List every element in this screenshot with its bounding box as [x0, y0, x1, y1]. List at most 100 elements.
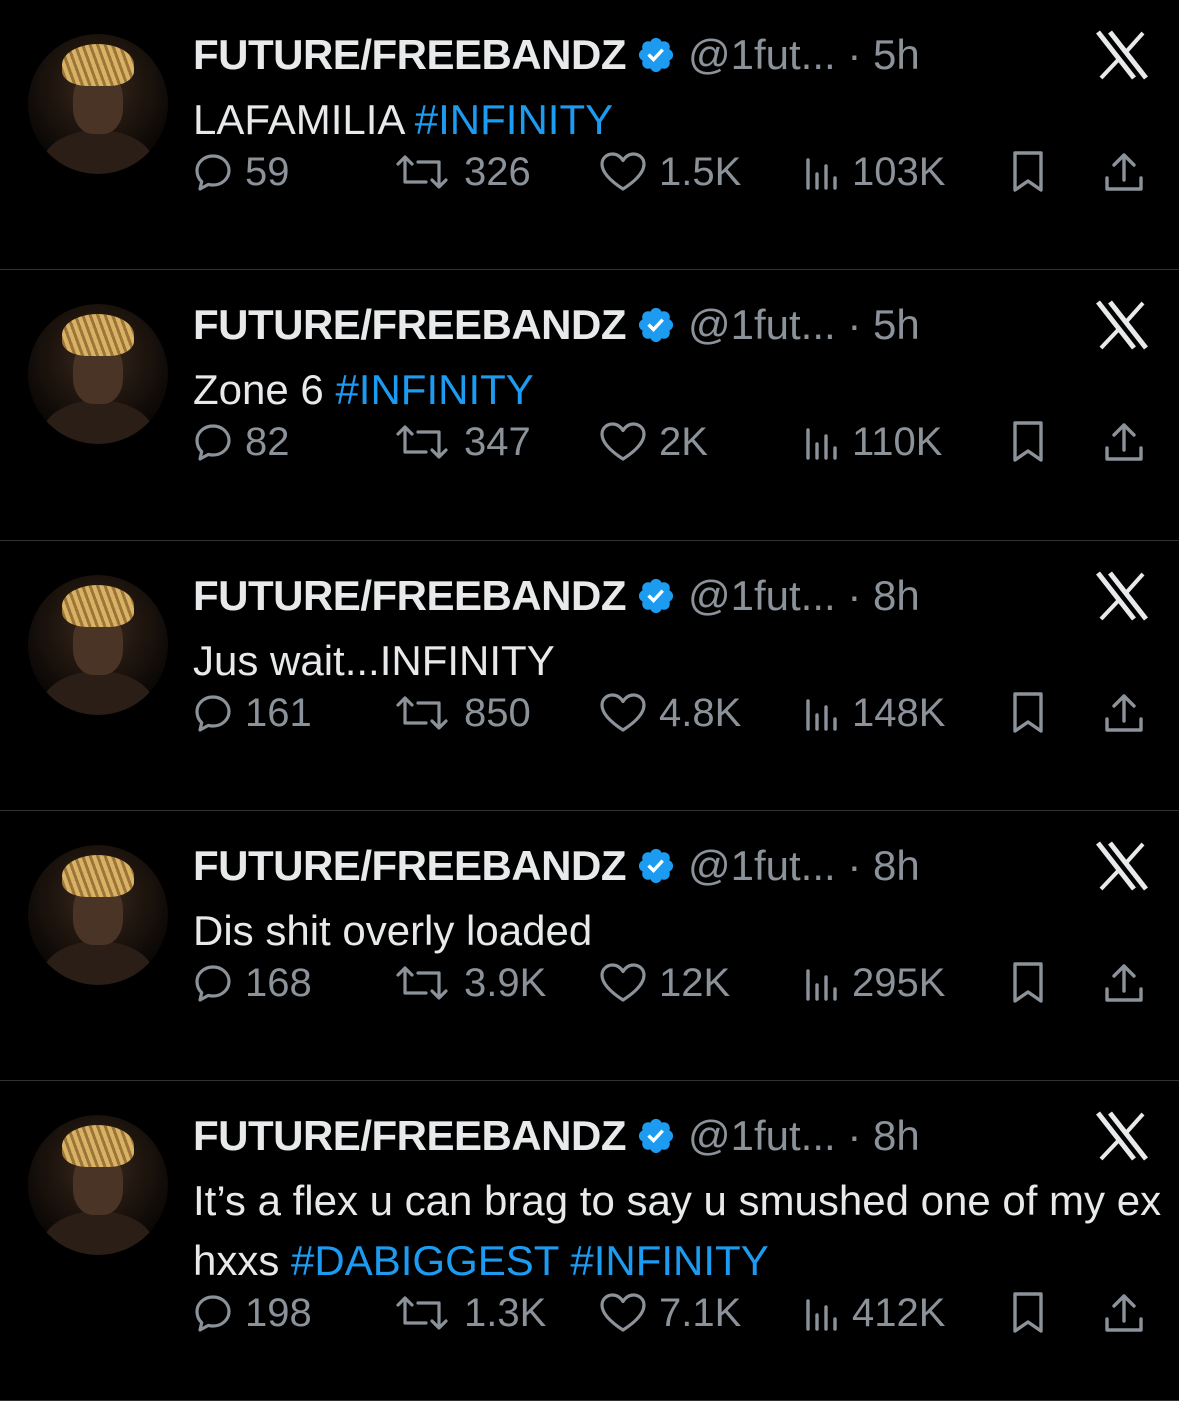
tweet-text: It’s a flex u can brag to say u smushed …	[193, 1171, 1163, 1291]
hashtag-link[interactable]: #INFINITY	[335, 366, 533, 413]
repost-icon	[392, 963, 452, 1003]
views-button[interactable]: 412K	[800, 1291, 945, 1335]
bookmark-button[interactable]	[1010, 961, 1046, 1005]
avatar[interactable]	[28, 304, 168, 444]
hashtag-link[interactable]: #INFINITY	[415, 96, 613, 143]
tweet-item[interactable]: FUTURE/FREEBANDZ @1fut... · 8h Dis shit ov…	[0, 811, 1179, 1081]
hashtag-link[interactable]: #INFINITY	[570, 1237, 768, 1284]
bookmark-button[interactable]	[1010, 150, 1046, 194]
views-icon	[800, 422, 840, 462]
share-icon	[1102, 1291, 1146, 1335]
handle-text[interactable]: @1fut...	[688, 301, 836, 348]
reply-button[interactable]: 82	[193, 420, 290, 464]
share-button[interactable]	[1102, 1291, 1146, 1335]
x-logo-icon	[1094, 30, 1150, 80]
handle-text[interactable]: @1fut...	[688, 572, 836, 619]
author-handle[interactable]: @1fut... · 8h	[688, 572, 920, 620]
reply-button[interactable]: 168	[193, 961, 312, 1005]
repost-button[interactable]: 326	[392, 150, 531, 194]
share-icon	[1102, 961, 1146, 1005]
views-button[interactable]: 148K	[800, 691, 945, 735]
bookmark-button[interactable]	[1010, 691, 1046, 735]
avatar[interactable]	[28, 1115, 168, 1255]
tweet-item[interactable]: FUTURE/FREEBANDZ @1fut... · 5h LAFAMILIA #…	[0, 0, 1179, 270]
repost-button[interactable]: 850	[392, 691, 531, 735]
x-logo-icon	[1094, 841, 1150, 891]
author-handle[interactable]: @1fut... · 5h	[688, 301, 920, 349]
author-handle[interactable]: @1fut... · 8h	[688, 1112, 920, 1160]
tweet-header: FUTURE/FREEBANDZ @1fut... · 5h	[193, 300, 920, 350]
author-name[interactable]: FUTURE/FREEBANDZ	[193, 1112, 626, 1160]
like-button[interactable]: 4.8K	[599, 691, 741, 735]
like-icon	[599, 421, 647, 463]
replies-count: 59	[245, 149, 290, 194]
reply-button[interactable]: 59	[193, 150, 290, 194]
handle-text[interactable]: @1fut...	[688, 842, 836, 889]
likes-count: 2K	[659, 419, 708, 464]
avatar[interactable]	[28, 575, 168, 715]
avatar[interactable]	[28, 845, 168, 985]
author-handle[interactable]: @1fut... · 8h	[688, 842, 920, 890]
views-count: 103K	[852, 149, 946, 194]
views-icon	[800, 152, 840, 192]
share-button[interactable]	[1102, 420, 1146, 464]
tweet-item[interactable]: FUTURE/FREEBANDZ @1fut... · 5h Zone 6 #INF…	[0, 270, 1179, 541]
author-handle[interactable]: @1fut... · 5h	[688, 31, 920, 79]
bookmark-icon	[1010, 420, 1046, 464]
views-icon	[800, 693, 840, 733]
timestamp[interactable]: 5h	[873, 31, 920, 78]
timestamp[interactable]: 8h	[873, 572, 920, 619]
tweet-item[interactable]: FUTURE/FREEBANDZ @1fut... · 8h Jus wait...…	[0, 541, 1179, 811]
views-button[interactable]: 295K	[800, 961, 945, 1005]
bookmark-icon	[1010, 1291, 1046, 1335]
hashtag-link[interactable]: #DABIGGEST	[291, 1237, 559, 1284]
bookmark-icon	[1010, 961, 1046, 1005]
share-icon	[1102, 420, 1146, 464]
timestamp[interactable]: 8h	[873, 842, 920, 889]
reply-icon	[193, 693, 233, 733]
author-name[interactable]: FUTURE/FREEBANDZ	[193, 572, 626, 620]
author-name[interactable]: FUTURE/FREEBANDZ	[193, 842, 626, 890]
replies-count: 161	[245, 690, 312, 735]
text-segment: Zone 6	[193, 366, 336, 413]
share-button[interactable]	[1102, 961, 1146, 1005]
share-button[interactable]	[1102, 150, 1146, 194]
text-segment: Jus wait...INFINITY	[193, 637, 555, 684]
reposts-count: 1.3K	[464, 1290, 547, 1335]
share-button[interactable]	[1102, 691, 1146, 735]
reply-button[interactable]: 161	[193, 691, 312, 735]
timestamp[interactable]: 8h	[873, 1112, 920, 1159]
views-button[interactable]: 103K	[800, 150, 945, 194]
views-button[interactable]: 110K	[800, 420, 942, 464]
views-icon	[800, 963, 840, 1003]
like-button[interactable]: 12K	[599, 961, 730, 1005]
reply-button[interactable]: 198	[193, 1291, 312, 1335]
like-icon	[599, 962, 647, 1004]
handle-text[interactable]: @1fut...	[688, 31, 836, 78]
tweet-text: Dis shit overly loaded	[193, 901, 1163, 961]
tweet-item[interactable]: FUTURE/FREEBANDZ @1fut... · 8h It’s a flex…	[0, 1081, 1179, 1401]
replies-count: 82	[245, 419, 290, 464]
bookmark-icon	[1010, 150, 1046, 194]
like-icon	[599, 1292, 647, 1334]
repost-button[interactable]: 347	[392, 420, 531, 464]
author-name[interactable]: FUTURE/FREEBANDZ	[193, 31, 626, 79]
author-name[interactable]: FUTURE/FREEBANDZ	[193, 301, 626, 349]
handle-text[interactable]: @1fut...	[688, 1112, 836, 1159]
verified-badge-icon	[636, 1116, 676, 1156]
repost-button[interactable]: 3.9K	[392, 961, 546, 1005]
reposts-count: 326	[464, 149, 531, 194]
verified-badge-icon	[636, 846, 676, 886]
avatar[interactable]	[28, 34, 168, 174]
like-button[interactable]: 1.5K	[599, 150, 741, 194]
bookmark-button[interactable]	[1010, 420, 1046, 464]
x-logo-icon	[1094, 571, 1150, 621]
separator-dot: ·	[835, 301, 874, 348]
share-icon	[1102, 150, 1146, 194]
timestamp[interactable]: 5h	[873, 301, 920, 348]
bookmark-button[interactable]	[1010, 1291, 1046, 1335]
reply-icon	[193, 422, 233, 462]
like-button[interactable]: 7.1K	[599, 1291, 741, 1335]
repost-button[interactable]: 1.3K	[392, 1291, 546, 1335]
like-button[interactable]: 2K	[599, 420, 708, 464]
